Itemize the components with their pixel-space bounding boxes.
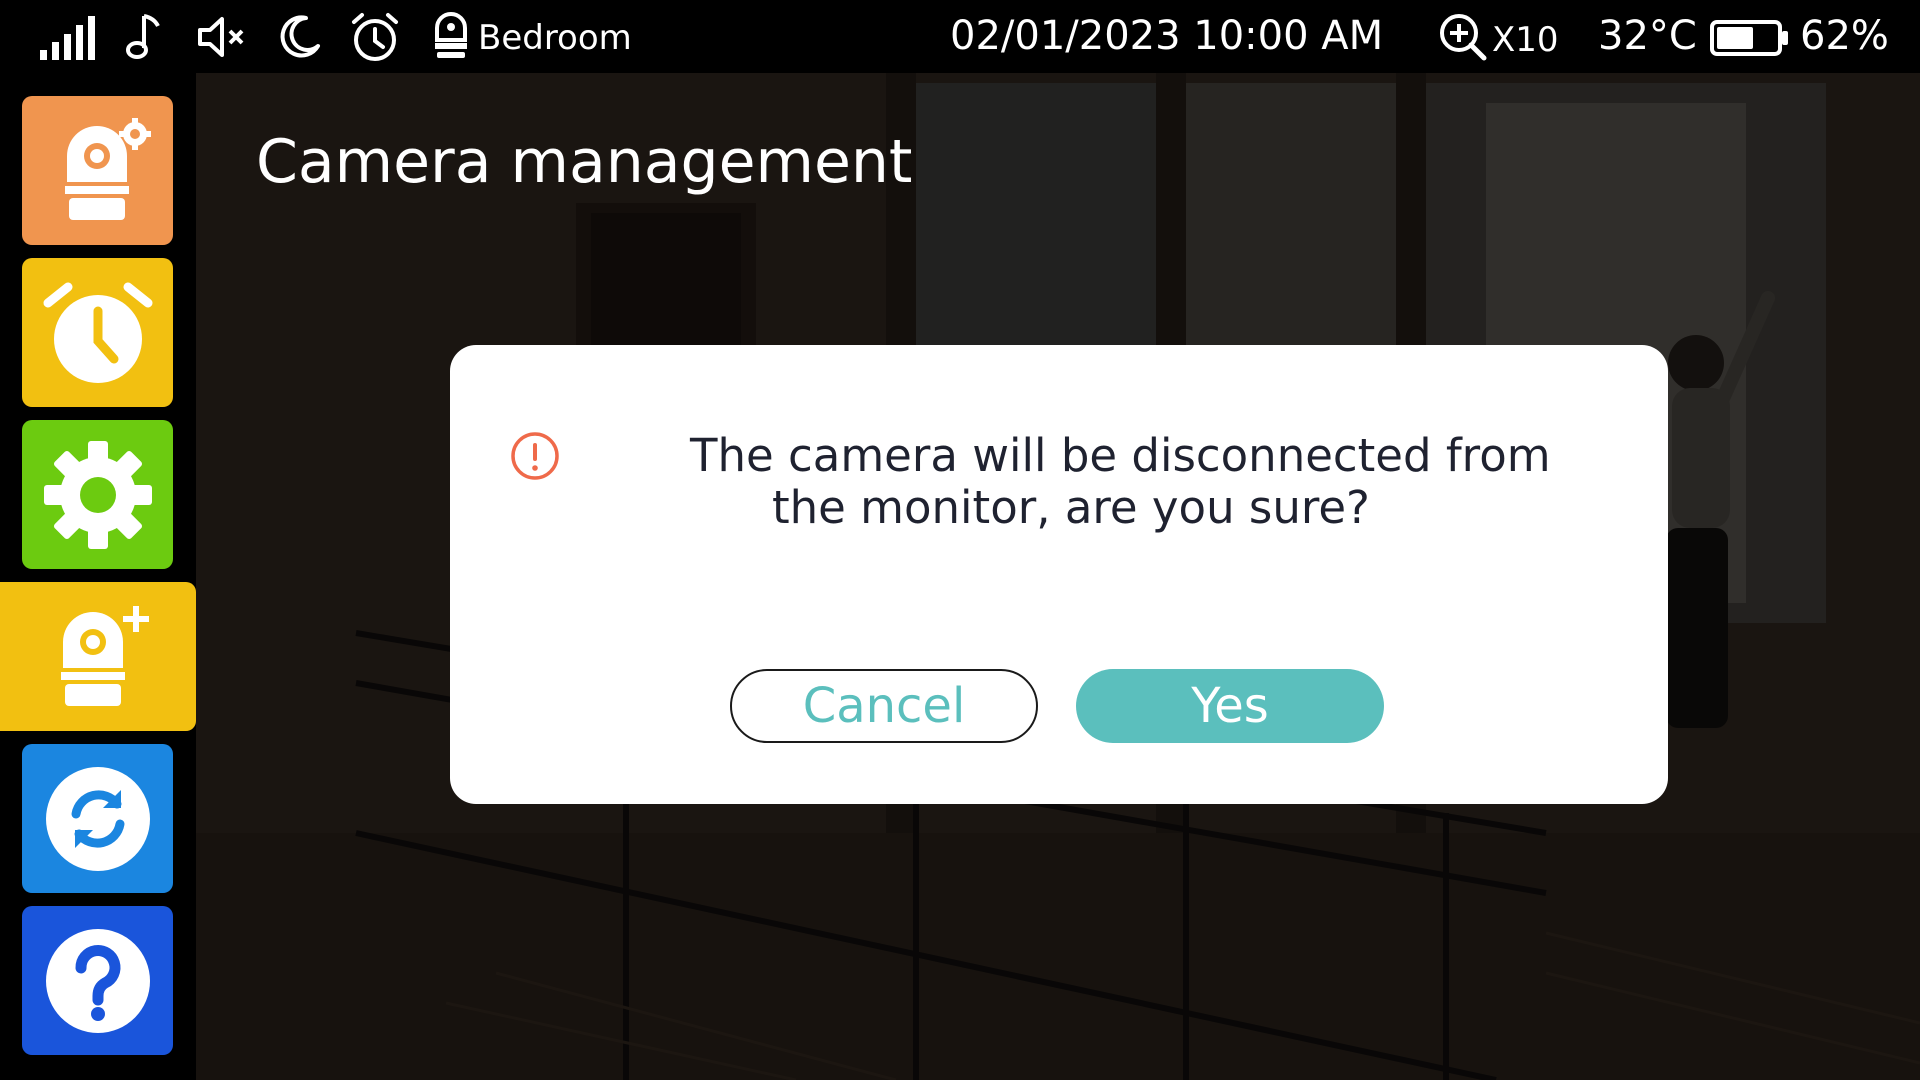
temperature-label: 32°C xyxy=(1598,13,1697,59)
camera-icon xyxy=(432,10,470,60)
monitor-screen: Camera management Bedroom 02/01/2023 10:… xyxy=(0,0,1920,1080)
camera-add-icon xyxy=(61,605,149,706)
status-bar: Bedroom 02/01/2023 10:00 AM X10 32°C 62% xyxy=(0,0,1920,73)
datetime-label: 02/01/2023 10:00 AM xyxy=(950,13,1384,59)
cancel-button[interactable]: Cancel xyxy=(730,669,1038,743)
music-note-icon xyxy=(126,12,166,62)
alarm-clock-icon xyxy=(43,282,152,383)
sync-icon xyxy=(45,766,150,871)
sidebar-item-camera-settings[interactable] xyxy=(22,96,173,245)
sidebar-item-help[interactable] xyxy=(22,906,173,1055)
sidebar-item-alarm[interactable] xyxy=(22,258,173,407)
speaker-mute-icon xyxy=(196,14,248,60)
alarm-clock-icon xyxy=(348,10,402,64)
signal-icon xyxy=(40,16,98,60)
dialog-message-line2: the monitor, are you sure? xyxy=(772,481,1370,534)
question-icon xyxy=(45,928,150,1033)
confirm-dialog: The camera will be disconnected from the… xyxy=(450,345,1668,804)
dialog-message-line1: The camera will be disconnected from xyxy=(690,429,1551,482)
sidebar-item-sync[interactable] xyxy=(22,744,173,893)
zoom-in-icon xyxy=(1438,12,1488,62)
battery-icon xyxy=(1710,20,1790,56)
camera-gear-icon xyxy=(64,117,151,220)
sidebar-item-add-camera[interactable] xyxy=(0,582,196,731)
yes-button[interactable]: Yes xyxy=(1076,669,1384,743)
page-title: Camera management xyxy=(256,127,913,197)
moon-icon xyxy=(276,12,322,60)
zoom-label: X10 xyxy=(1492,20,1559,60)
battery-percent-label: 62% xyxy=(1800,13,1889,59)
warning-icon xyxy=(511,432,559,480)
location-label: Bedroom xyxy=(478,18,632,58)
sidebar xyxy=(0,73,196,1080)
gear-icon xyxy=(43,440,152,549)
sidebar-item-settings[interactable] xyxy=(22,420,173,569)
